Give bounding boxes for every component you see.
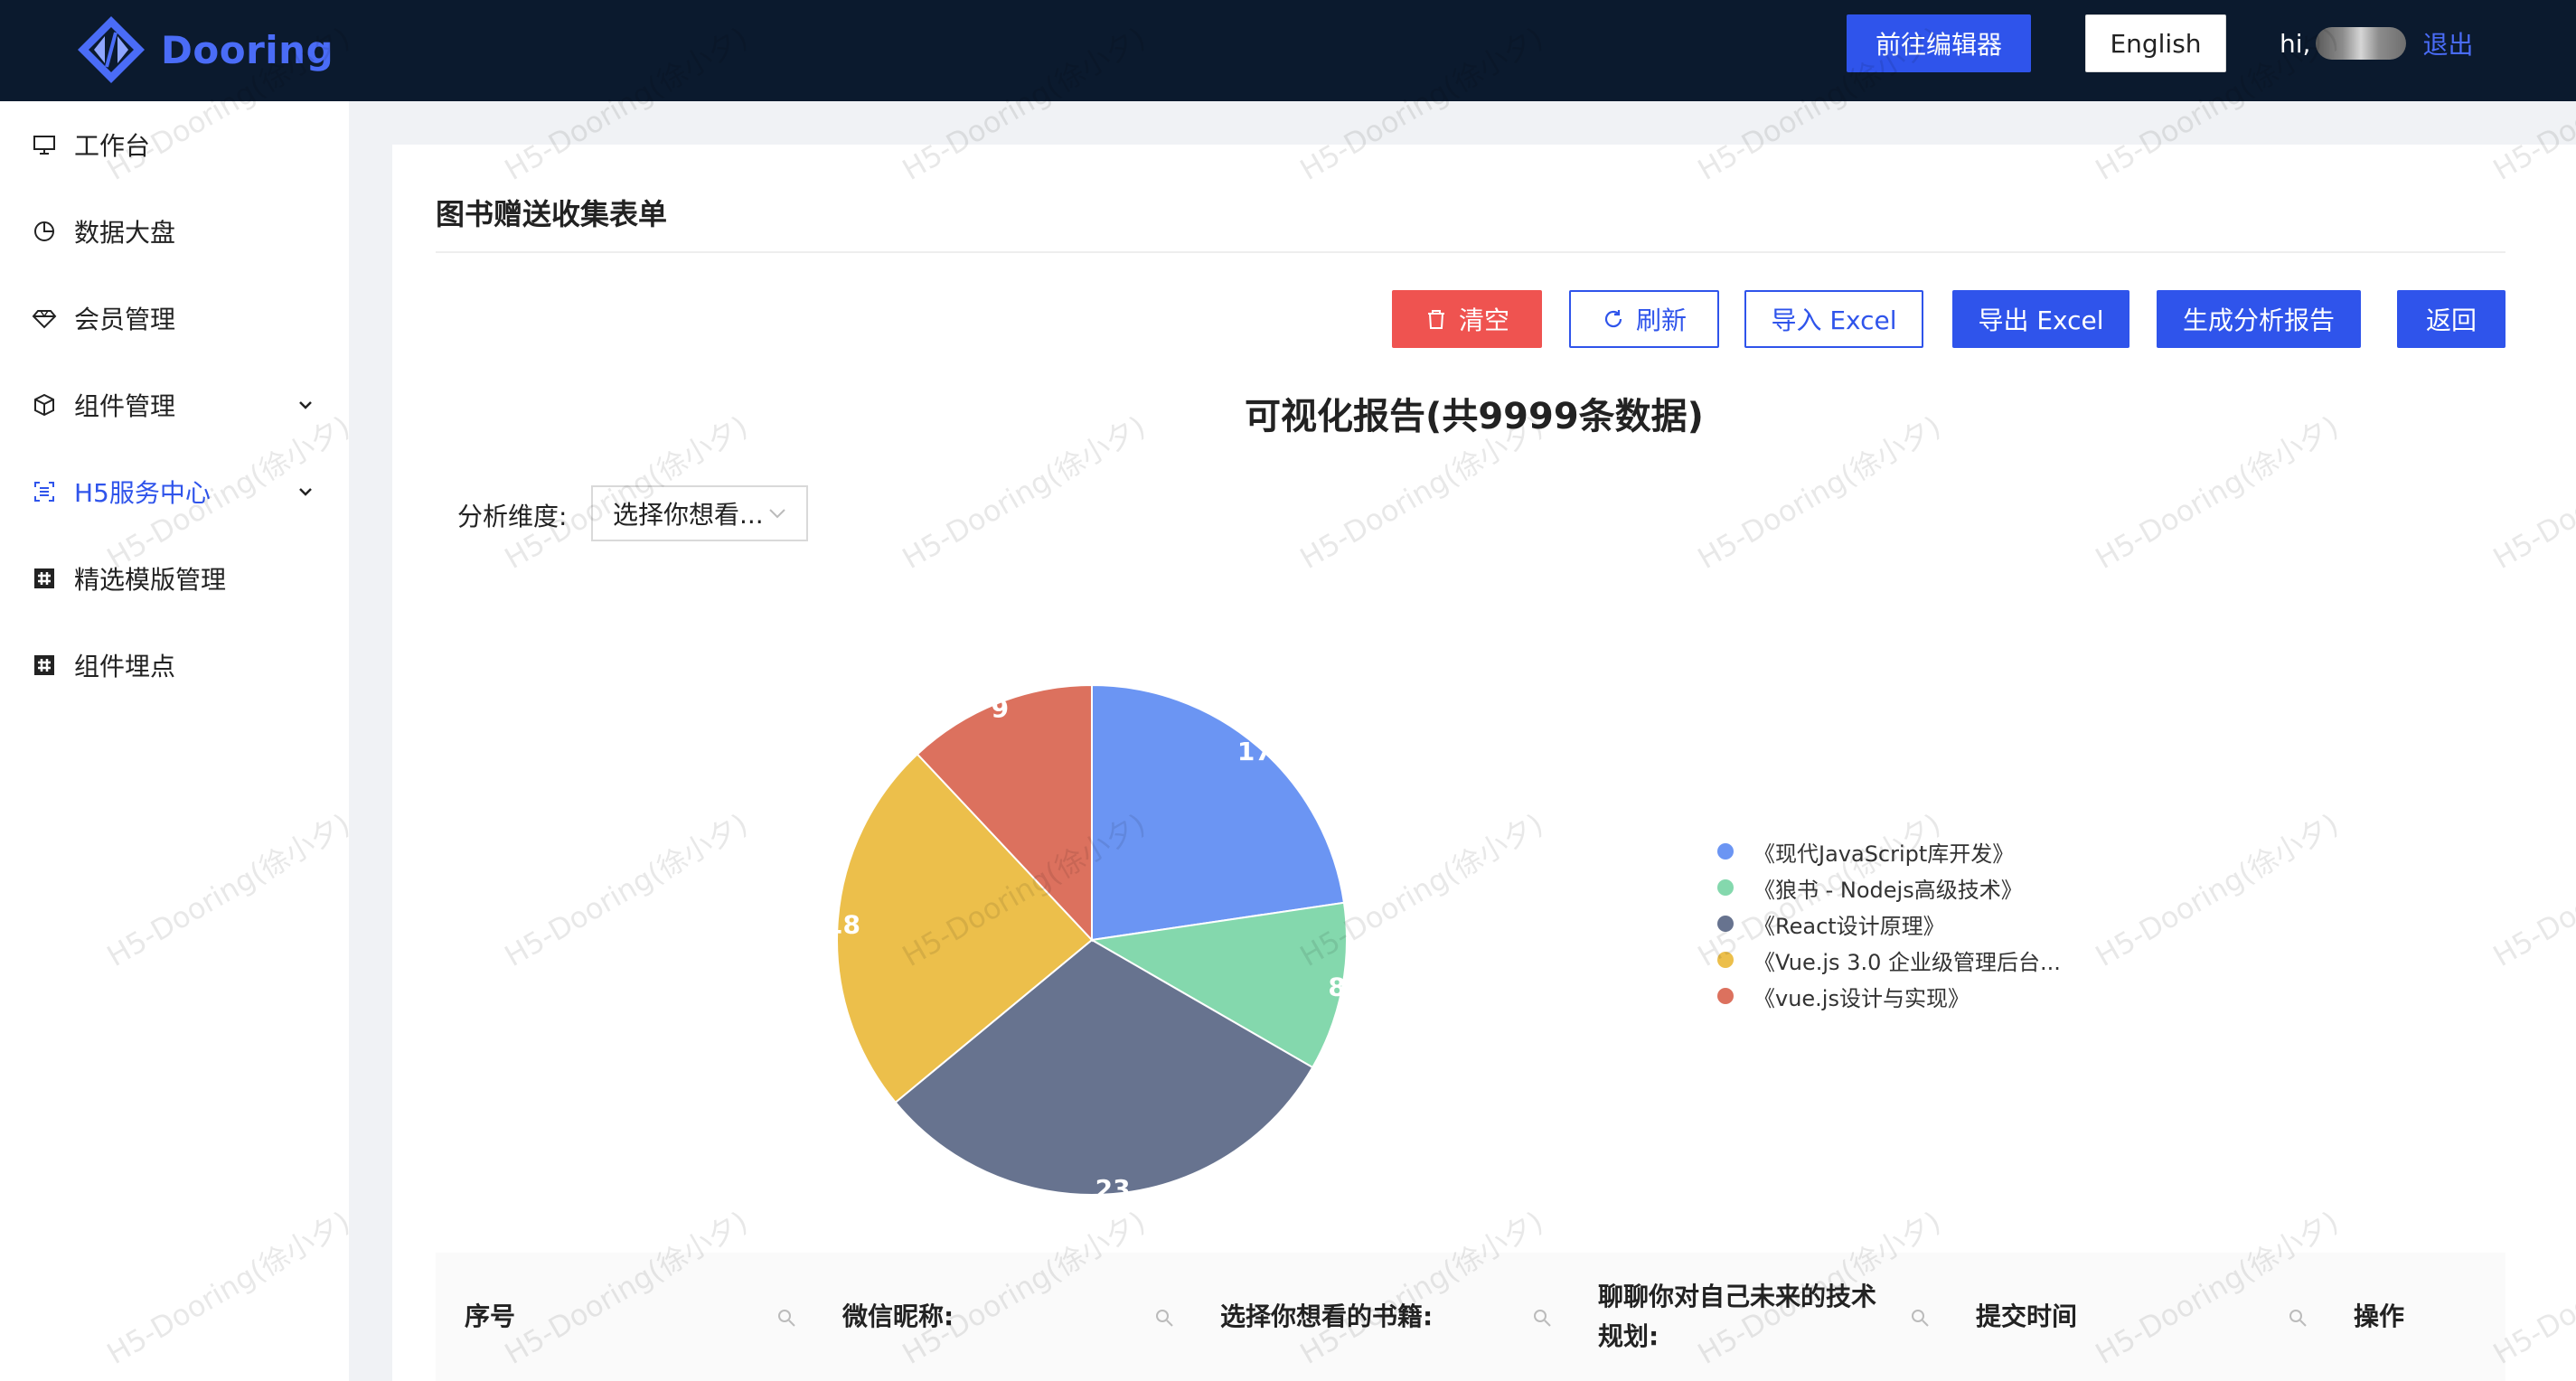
- chevron-down-icon: [769, 509, 785, 519]
- sidebar-item-label: 会员管理: [74, 305, 176, 334]
- column-header-tech-plan: 聊聊你对自己未来的技术 规划:: [1598, 1282, 1877, 1351]
- sidebar-item-components[interactable]: 组件管理: [0, 362, 349, 448]
- monitor-icon: [31, 131, 58, 158]
- legend-item[interactable]: 《Vue.js 3.0 企业级管理后台...: [1717, 942, 2061, 978]
- scan-icon: [31, 478, 58, 505]
- user-info: hi, 退出: [2280, 25, 2473, 61]
- page-title: 图书赠送收集表单: [436, 197, 668, 231]
- legend-dot-icon: [1717, 988, 1734, 1004]
- sidebar-item-workbench[interactable]: 工作台: [0, 101, 349, 188]
- dimension-select[interactable]: 选择你想看...: [591, 485, 808, 541]
- top-header: Dooring 前往编辑器 English hi, 退出: [0, 0, 2576, 101]
- legend-item[interactable]: 《React设计原理》: [1717, 906, 2061, 942]
- logo-diamond-icon: [76, 14, 146, 85]
- refresh-icon: [1604, 310, 1622, 328]
- search-icon[interactable]: [776, 1307, 797, 1329]
- pie-slice-label: 23: [1095, 1174, 1131, 1204]
- clear-label: 清空: [1458, 305, 1509, 335]
- cube-icon: [31, 391, 58, 418]
- sidebar-item-tracking[interactable]: 组件埋点: [0, 622, 349, 709]
- back-button[interactable]: 返回: [2397, 290, 2505, 348]
- legend-item[interactable]: 《vue.js设计与实现》: [1717, 978, 2061, 1014]
- legend-label: 《Vue.js 3.0 企业级管理后台...: [1753, 949, 2061, 975]
- legend-item[interactable]: 《狼书 - Nodejs高级技术》: [1717, 869, 2061, 906]
- legend-label: 《vue.js设计与实现》: [1753, 985, 1970, 1011]
- export-excel-button[interactable]: 导出 Excel: [1952, 290, 2129, 348]
- refresh-label: 刷新: [1635, 305, 1687, 335]
- search-icon[interactable]: [1531, 1307, 1553, 1329]
- sidebar-item-label: 数据大盘: [74, 218, 176, 248]
- sidebar-item-templates[interactable]: 精选模版管理: [0, 535, 349, 622]
- pie-chart: 17 8 23 18 9: [825, 683, 1348, 1204]
- trash-icon: [1427, 310, 1444, 329]
- sidebar-item-label: H5服务中心: [74, 478, 211, 508]
- logo[interactable]: Dooring: [76, 9, 334, 90]
- legend-item[interactable]: 《现代JavaScript库开发》: [1717, 833, 2061, 869]
- legend-dot-icon: [1717, 952, 1734, 968]
- title-divider: [436, 251, 2505, 253]
- slack-icon: [31, 652, 58, 679]
- dimension-selected-value: 选择你想看...: [613, 500, 764, 530]
- go-to-editor-button[interactable]: 前往编辑器: [1847, 14, 2031, 72]
- slack-icon: [31, 565, 58, 592]
- column-header-submit-time: 提交时间: [1976, 1301, 2078, 1331]
- search-icon[interactable]: [2287, 1307, 2308, 1329]
- sidebar-item-label: 组件埋点: [74, 652, 176, 681]
- legend-label: 《现代JavaScript库开发》: [1753, 841, 2015, 867]
- import-excel-button[interactable]: 导入 Excel: [1744, 290, 1923, 348]
- diamond-icon: [31, 305, 58, 332]
- chart-legend: 《现代JavaScript库开发》 《狼书 - Nodejs高级技术》 《React…: [1717, 833, 2061, 1014]
- legend-dot-icon: [1717, 843, 1734, 860]
- search-icon[interactable]: [1909, 1307, 1931, 1329]
- clear-button[interactable]: 清空: [1392, 290, 1542, 348]
- main-content-card: 图书赠送收集表单 清空 刷新 导入 Excel 导出 Excel 生成分析报告 …: [392, 145, 2576, 1381]
- chevron-down-icon: [293, 392, 318, 418]
- report-title: 可视化报告(共9999条数据): [1245, 396, 1704, 437]
- pie-slice-label: 8: [1328, 972, 1345, 1002]
- column-header-wechat-name: 微信昵称:: [842, 1301, 954, 1331]
- sidebar-item-label: 工作台: [74, 131, 151, 161]
- pie-slice-label: 9: [992, 693, 1009, 723]
- sidebar-item-dashboard[interactable]: 数据大盘: [0, 188, 349, 275]
- dimension-label: 分析维度:: [457, 502, 568, 531]
- chevron-down-icon: [293, 479, 318, 504]
- sidebar-item-h5-service[interactable]: H5服务中心: [0, 448, 349, 535]
- refresh-button[interactable]: 刷新: [1569, 290, 1719, 348]
- legend-label: 《React设计原理》: [1753, 913, 1945, 939]
- user-greeting: hi,: [2280, 28, 2311, 59]
- blurred-username: [2316, 27, 2407, 60]
- legend-label: 《狼书 - Nodejs高级技术》: [1753, 877, 2023, 903]
- column-header-book-choice: 选择你想看的书籍:: [1220, 1301, 1434, 1331]
- legend-dot-icon: [1717, 879, 1734, 896]
- language-toggle-button[interactable]: English: [2085, 14, 2226, 72]
- logo-text: Dooring: [161, 27, 334, 72]
- sidebar: 工作台 数据大盘 会员管理 组件管理 H5服务中心 精选模版管理 组件埋点: [0, 101, 349, 1381]
- generate-report-button[interactable]: 生成分析报告: [2157, 290, 2361, 348]
- sidebar-item-label: 精选模版管理: [74, 565, 227, 595]
- pie-slice[interactable]: [1091, 683, 1346, 942]
- pie-slice-label: 17: [1237, 737, 1273, 766]
- table-header: 序号 微信昵称: 选择你想看的书籍: 聊聊你对自己未来的技术 规划: 提交时间 …: [436, 1253, 2505, 1381]
- legend-dot-icon: [1717, 916, 1734, 932]
- pie-slice-label: 18: [825, 910, 860, 940]
- column-header-actions: 操作: [2354, 1301, 2405, 1331]
- logout-link[interactable]: 退出: [2422, 25, 2473, 61]
- column-header-index: 序号: [465, 1301, 516, 1331]
- sidebar-item-members[interactable]: 会员管理: [0, 275, 349, 362]
- sidebar-item-label: 组件管理: [74, 391, 176, 421]
- pie-chart-icon: [31, 218, 58, 245]
- search-icon[interactable]: [1153, 1307, 1175, 1329]
